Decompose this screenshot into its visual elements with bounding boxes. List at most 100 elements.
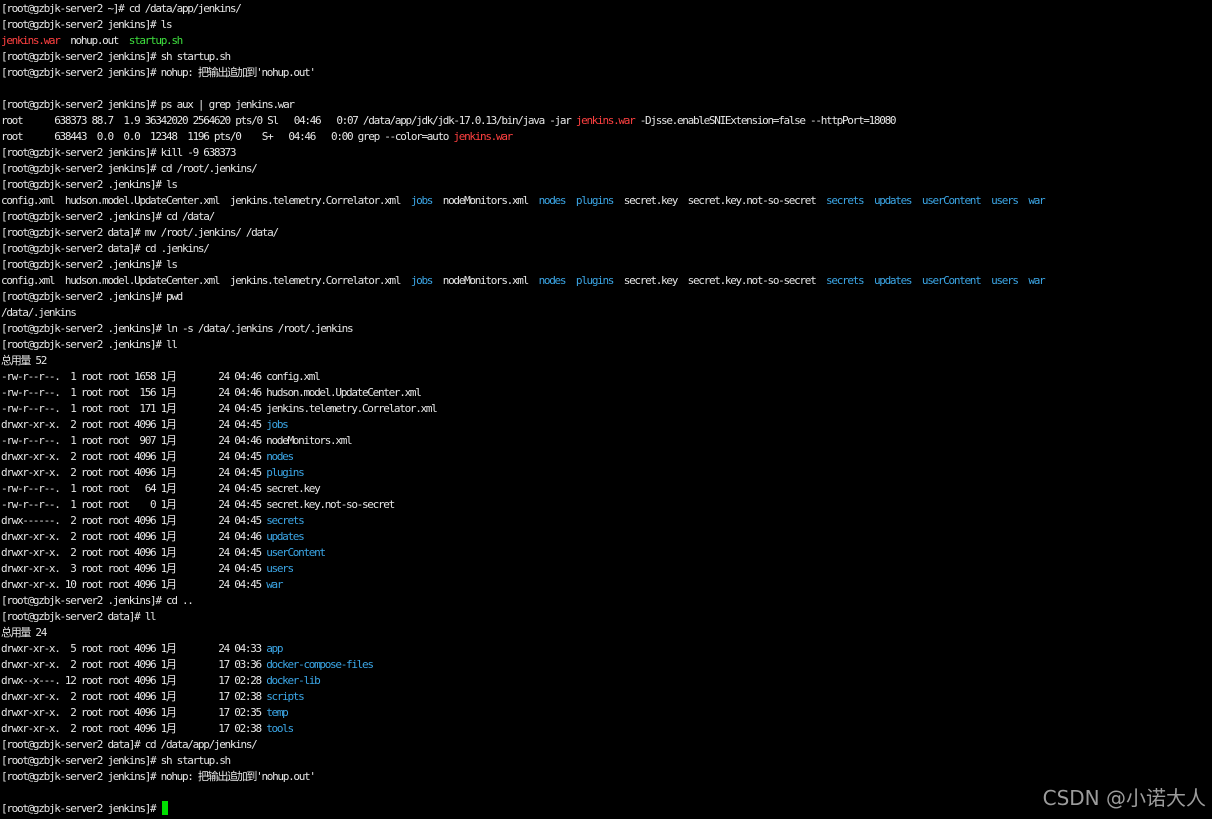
- terminal-line: drwxr-xr-x. 2 root root 4096 1月 24 04:45…: [1, 465, 1212, 481]
- terminal-text: [root@gzbjk-server2 .jenkins]# ls: [1, 258, 178, 271]
- terminal-line: [root@gzbjk-server2 jenkins]# sh startup…: [1, 49, 1212, 65]
- directory-name: app: [266, 642, 283, 655]
- directory-name: userContent: [921, 274, 982, 287]
- executable-name: startup.sh: [128, 34, 184, 47]
- terminal-line: 总用量 52: [1, 353, 1212, 369]
- terminal-output[interactable]: [root@gzbjk-server2 ~]# cd /data/app/jen…: [1, 1, 1212, 819]
- terminal-text: secret.key secret.key.not-so-secret: [613, 194, 827, 207]
- terminal-line: drwxr-xr-x. 2 root root 4096 1月 17 02:38…: [1, 689, 1212, 705]
- terminal-line: config.xml hudson.model.UpdateCenter.xml…: [1, 193, 1212, 209]
- terminal-line: [root@gzbjk-server2 .jenkins]# pwd: [1, 289, 1212, 305]
- terminal-line: -rw-r--r--. 1 root root 1658 1月 24 04:46…: [1, 369, 1212, 385]
- terminal-text: [root@gzbjk-server2 jenkins]# nohup: 把输出…: [1, 66, 316, 79]
- terminal-text: drwxr-xr-x. 2 root root 4096 1月 17 02:38: [1, 690, 267, 703]
- directory-name: docker-compose-files: [266, 658, 374, 671]
- terminal-text: [root@gzbjk-server2 .jenkins]# cd /data/: [1, 210, 215, 223]
- directory-name: jobs: [266, 418, 289, 431]
- terminal-line: [root@gzbjk-server2 jenkins]#: [1, 801, 1212, 817]
- terminal-text: secret.key secret.key.not-so-secret: [613, 274, 827, 287]
- directory-name: jobs: [410, 194, 434, 207]
- terminal-line: -rw-r--r--. 1 root root 907 1月 24 04:46 …: [1, 433, 1212, 449]
- terminal-text: drwx------. 2 root root 4096 1月 24 04:45: [1, 514, 267, 527]
- directory-name: users: [266, 562, 294, 575]
- directory-name: secrets: [826, 274, 865, 287]
- terminal-text: 总用量 24: [1, 626, 47, 639]
- terminal-line: drwxr-xr-x. 2 root root 4096 1月 24 04:45…: [1, 449, 1212, 465]
- terminal-text: [root@gzbjk-server2 .jenkins]# ln -s /da…: [1, 322, 354, 335]
- directory-name: users: [991, 194, 1019, 207]
- terminal-text: root 638373 88.7 1.9 36342020 2564620 pt…: [1, 114, 576, 127]
- terminal-text: drwxr-xr-x. 2 root root 4096 1月 24 04:45: [1, 418, 267, 431]
- terminal-text: config.xml hudson.model.UpdateCenter.xml…: [1, 274, 411, 287]
- terminal-text: drwx--x---. 12 root root 4096 1月 17 02:2…: [1, 674, 267, 687]
- terminal-text: [root@gzbjk-server2 ~]# cd /data/app/jen…: [1, 2, 242, 15]
- terminal-line: drwxr-xr-x. 10 root root 4096 1月 24 04:4…: [1, 577, 1212, 593]
- terminal-line: drwxr-xr-x. 3 root root 4096 1月 24 04:45…: [1, 561, 1212, 577]
- directory-name: userContent: [266, 546, 326, 559]
- terminal-line: drwxr-xr-x. 2 root root 4096 1月 24 04:46…: [1, 529, 1212, 545]
- terminal-line: -rw-r--r--. 1 root root 0 1月 24 04:45 se…: [1, 497, 1212, 513]
- terminal-text: -rw-r--r--. 1 root root 156 1月 24 04:46 …: [1, 386, 422, 399]
- terminal-text: drwxr-xr-x. 2 root root 4096 1月 24 04:45: [1, 546, 267, 559]
- terminal-text: -Djsse.enableSNIExtension=false --httpPo…: [634, 114, 897, 127]
- terminal-text: [root@gzbjk-server2 jenkins]# sh startup…: [1, 754, 231, 767]
- csdn-watermark: CSDN @小诺大人: [1042, 786, 1206, 810]
- directory-name: war: [266, 578, 283, 591]
- directory-name: updates: [266, 530, 305, 543]
- directory-name: tools: [266, 722, 294, 735]
- directory-name: plugins: [575, 274, 615, 287]
- directory-name: plugins: [575, 194, 615, 207]
- terminal-text: [root@gzbjk-server2 jenkins]# cd /root/.…: [1, 162, 258, 175]
- archive-name: jenkins.war: [1, 34, 61, 47]
- terminal-text: nodeMonitors.xml: [432, 194, 539, 207]
- terminal-text: root 638443 0.0 0.0 12348 1196 pts/0 S+ …: [1, 130, 454, 143]
- terminal-line: -rw-r--r--. 1 root root 156 1月 24 04:46 …: [1, 385, 1212, 401]
- directory-name: temp: [266, 706, 289, 719]
- terminal-line: root 638373 88.7 1.9 36342020 2564620 pt…: [1, 113, 1212, 129]
- terminal-text: -rw-r--r--. 1 root root 0 1月 24 04:45 se…: [1, 498, 395, 511]
- directory-name: secrets: [266, 514, 305, 527]
- terminal-text: drwxr-xr-x. 3 root root 4096 1月 24 04:45: [1, 562, 267, 575]
- terminal-text: [root@gzbjk-server2 jenkins]# nohup: 把输出…: [1, 770, 316, 783]
- terminal-text: 总用量 52: [1, 354, 47, 367]
- terminal-text: [root@gzbjk-server2 .jenkins]# cd ..: [1, 594, 194, 607]
- directory-name: jobs: [410, 274, 434, 287]
- directory-name: docker-lib: [266, 674, 321, 687]
- terminal-cursor: [161, 801, 168, 815]
- terminal-line: 总用量 24: [1, 625, 1212, 641]
- directory-name: nodes: [538, 274, 567, 287]
- terminal-text: nohup.out: [59, 34, 129, 47]
- terminal-line: drwxr-xr-x. 2 root root 4096 1月 17 02:38…: [1, 721, 1212, 737]
- terminal-line: -rw-r--r--. 1 root root 64 1月 24 04:45 s…: [1, 481, 1212, 497]
- terminal-text: drwxr-xr-x. 2 root root 4096 1月 24 04:45: [1, 466, 267, 479]
- terminal-line: drwxr-xr-x. 2 root root 4096 1月 17 03:36…: [1, 657, 1212, 673]
- terminal-text: [root@gzbjk-server2 data]# cd .jenkins/: [1, 242, 210, 255]
- terminal-line: [root@gzbjk-server2 .jenkins]# ls: [1, 177, 1212, 193]
- terminal-line: drwx------. 2 root root 4096 1月 24 04:45…: [1, 513, 1212, 529]
- terminal-line: [root@gzbjk-server2 .jenkins]# ln -s /da…: [1, 321, 1212, 337]
- directory-name: nodes: [538, 194, 567, 207]
- terminal-line: jenkins.war nohup.out startup.sh: [1, 33, 1212, 49]
- directory-name: plugins: [266, 466, 305, 479]
- directory-name: updates: [873, 194, 913, 207]
- terminal-line: drwxr-xr-x. 2 root root 4096 1月 24 04:45…: [1, 417, 1212, 433]
- archive-name: jenkins.war: [575, 114, 636, 127]
- terminal-line: [root@gzbjk-server2 .jenkins]# cd ..: [1, 593, 1212, 609]
- terminal-line: [root@gzbjk-server2 .jenkins]# ll: [1, 337, 1212, 353]
- terminal-line: [root@gzbjk-server2 data]# ll: [1, 609, 1212, 625]
- terminal-line: drwxr-xr-x. 2 root root 4096 1月 17 02:35…: [1, 705, 1212, 721]
- terminal-line: [root@gzbjk-server2 jenkins]# ps aux | g…: [1, 97, 1212, 113]
- terminal-text: drwxr-xr-x. 5 root root 4096 1月 24 04:33: [1, 642, 267, 655]
- terminal-line: [root@gzbjk-server2 data]# cd .jenkins/: [1, 241, 1212, 257]
- terminal-line: /data/.jenkins: [1, 305, 1212, 321]
- directory-name: war: [1028, 274, 1045, 287]
- terminal-line: [root@gzbjk-server2 .jenkins]# ls: [1, 257, 1212, 273]
